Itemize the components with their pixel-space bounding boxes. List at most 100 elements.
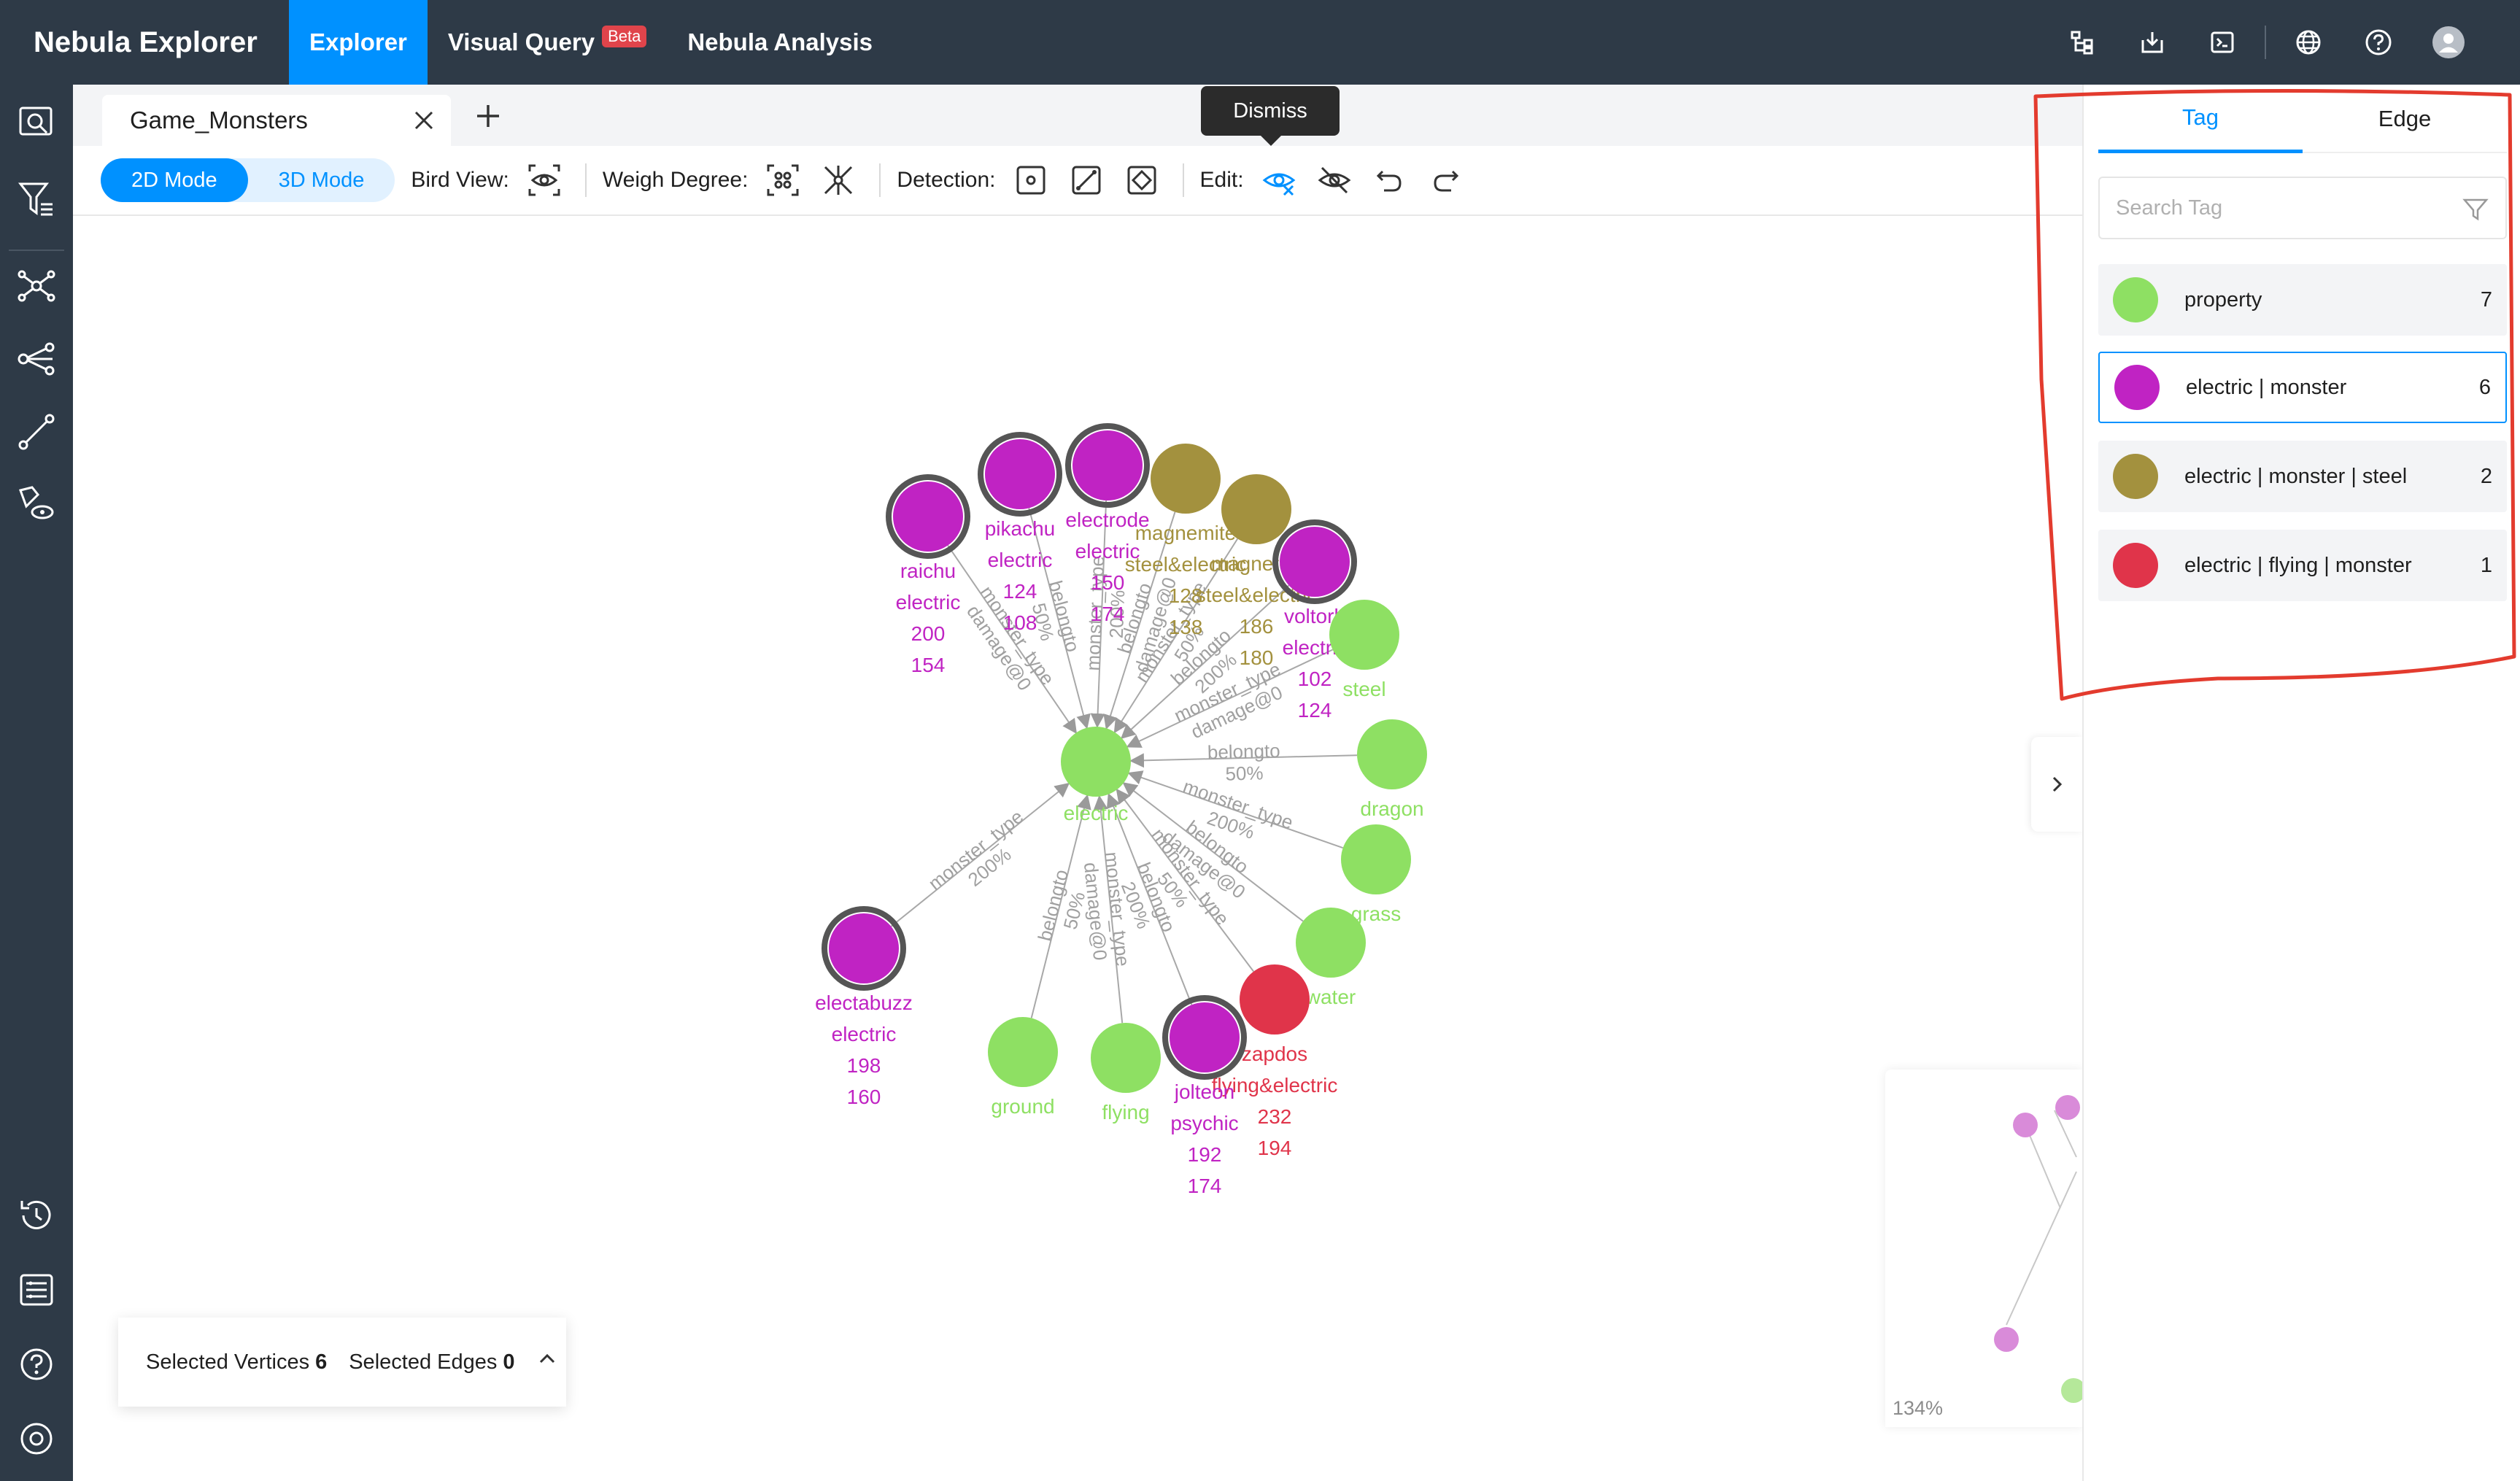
chevron-up-icon[interactable] (537, 1349, 557, 1375)
mode-2d-button[interactable]: 2D Mode (101, 158, 248, 202)
toolbar-divider (584, 163, 587, 197)
graph-vertex[interactable] (1091, 1023, 1161, 1093)
graph-vertex[interactable] (1357, 719, 1427, 789)
vertex-label: electric (1064, 802, 1129, 824)
weigh-degree-label: Weigh Degree: (602, 168, 749, 192)
tag-color-swatch (2114, 365, 2160, 410)
graph-vertex[interactable] (1151, 444, 1221, 514)
tag-item-property[interactable]: property 7 (2098, 264, 2507, 336)
vertex-label: magnemite (1135, 522, 1237, 544)
mode-3d-button[interactable]: 3D Mode (248, 158, 395, 202)
download-icon[interactable] (2117, 0, 2187, 85)
path-icon[interactable] (15, 410, 58, 454)
vertex-label: electric (896, 591, 961, 614)
filter-icon[interactable] (15, 177, 58, 220)
selected-edges-label: Selected Edges (349, 1350, 498, 1374)
graph-vertex[interactable] (1341, 824, 1411, 894)
close-icon[interactable] (410, 107, 438, 134)
tag-color-swatch (2113, 543, 2158, 588)
snapshot-icon[interactable] (15, 1268, 58, 1312)
add-tab-button[interactable] (471, 99, 505, 133)
tag-color-swatch (2113, 454, 2158, 499)
search-placeholder: Search Tag (2116, 196, 2223, 220)
vertex-label: raichu (900, 560, 956, 582)
detect-edge-icon[interactable] (1062, 155, 1111, 205)
redo-icon[interactable] (1421, 155, 1470, 205)
tag-item-electric-flying-monster[interactable]: electric | flying | monster 1 (2098, 530, 2507, 601)
vertex-label: 180 (1240, 646, 1274, 669)
globe-icon[interactable] (2273, 0, 2343, 85)
graph-vertex[interactable] (1221, 474, 1291, 544)
vertex-label: 150 (1091, 571, 1125, 594)
focus-degree-icon[interactable] (758, 155, 808, 205)
common-neighbor-icon[interactable] (15, 337, 58, 381)
graph-vertex[interactable] (985, 439, 1055, 509)
tag-item-electric-monster[interactable]: electric | monster 6 (2098, 352, 2507, 423)
search-tag-input[interactable]: Search Tag (2098, 177, 2507, 239)
graph-vertex[interactable] (893, 482, 963, 552)
tag-item-electric-monster-steel[interactable]: electric | monster | steel 2 (2098, 441, 2507, 512)
mode-switch: 2D Mode 3D Mode (101, 158, 395, 202)
vertex-label: jolteon (1174, 1080, 1235, 1103)
nav-tab-visual-query[interactable]: Visual Query Beta (428, 0, 667, 85)
schema-icon[interactable] (2047, 0, 2117, 85)
vertex-label: 124 (1003, 580, 1037, 603)
settings-icon[interactable] (15, 1417, 58, 1461)
graph-vertex-hub[interactable] (1061, 727, 1131, 797)
avatar-icon[interactable] (2413, 0, 2484, 85)
expand-icon[interactable] (15, 264, 58, 308)
spread-degree-icon[interactable] (813, 155, 863, 205)
console-icon[interactable] (2187, 0, 2257, 85)
graph-vertex[interactable] (1240, 964, 1310, 1035)
hide-unselected-icon[interactable] (1310, 155, 1359, 205)
chevron-right-icon (2052, 776, 2063, 792)
graph-vertex[interactable] (1072, 430, 1143, 500)
tag-label: electric | monster | steel (2184, 464, 2408, 488)
minimap[interactable]: 134% (1885, 1070, 2086, 1427)
zoom-level: 134% (1893, 1397, 1944, 1419)
toolbar-divider (1182, 163, 1184, 197)
vertex-label: 160 (847, 1086, 881, 1108)
vertex-label: ground (991, 1095, 1054, 1118)
nav-tab-label: Nebula Analysis (687, 28, 873, 55)
filter-icon[interactable] (2462, 196, 2489, 223)
search-icon[interactable] (15, 101, 58, 144)
edge-label: belongto (1207, 740, 1280, 763)
help-icon[interactable] (15, 1342, 58, 1386)
graph-vertex[interactable] (1280, 527, 1350, 597)
graph-vertex[interactable] (1296, 908, 1366, 978)
tab-edge[interactable]: Edge (2303, 85, 2507, 153)
undo-icon[interactable] (1365, 155, 1415, 205)
expand-panel-button[interactable] (2031, 737, 2082, 832)
nav-tab-explorer[interactable]: Explorer (289, 0, 428, 85)
detect-node-icon[interactable] (1006, 155, 1056, 205)
graph-vertex[interactable] (1170, 1002, 1240, 1072)
tab-tag[interactable]: Tag (2098, 85, 2303, 153)
selection-summary: Selected Vertices 6 Selected Edges 0 (118, 1318, 566, 1407)
help-icon[interactable] (2343, 0, 2413, 85)
vertex-label: steel (1342, 678, 1385, 700)
tag-count: 2 (2480, 464, 2492, 488)
panel-tabs: Tag Edge (2098, 85, 2507, 153)
bird-view-eye-icon[interactable] (519, 155, 569, 205)
nav-tab-nebula-analysis[interactable]: Nebula Analysis (667, 0, 893, 85)
vertex-label: electric (832, 1023, 897, 1045)
graph-vertex[interactable] (988, 1017, 1058, 1087)
history-icon[interactable] (15, 1194, 58, 1237)
vertex-label: 102 (1298, 668, 1332, 690)
vertex-label: flying (1102, 1101, 1149, 1124)
hide-selected-icon[interactable] (1254, 155, 1304, 205)
vertex-label: 186 (1240, 615, 1274, 638)
graph-svg[interactable]: monster_typedamage@0 belongto50% monster_t… (73, 217, 2082, 1481)
graph-canvas[interactable]: monster_type damage@0 belongto 50% monster_t… (73, 217, 2086, 1481)
property-view-icon[interactable] (15, 482, 58, 525)
vertex-label: 192 (1188, 1143, 1222, 1166)
detect-path-icon[interactable] (1117, 155, 1167, 205)
tab-game-monsters[interactable]: Game_Monsters (102, 95, 451, 146)
vertex-label: 138 (1169, 616, 1203, 638)
graph-vertex[interactable] (1329, 600, 1399, 670)
vertex-label: 174 (1188, 1175, 1222, 1197)
tag-label: electric | monster (2186, 375, 2347, 399)
beta-badge: Beta (602, 26, 647, 47)
graph-vertex[interactable] (829, 913, 899, 983)
